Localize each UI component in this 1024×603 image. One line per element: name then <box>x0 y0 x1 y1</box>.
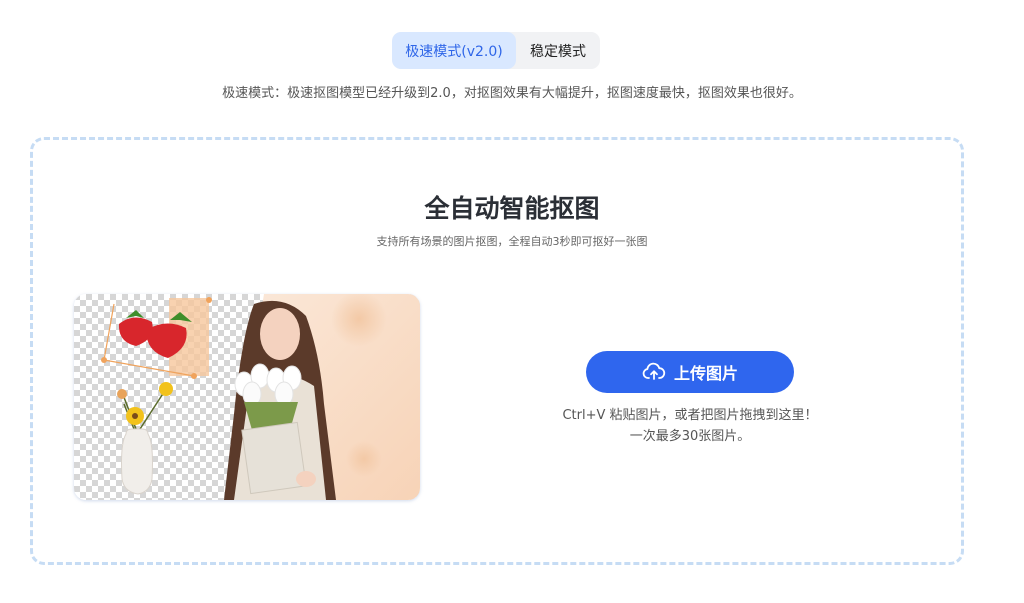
mode-tabs: 极速模式(v2.0) 稳定模式 <box>392 32 600 69</box>
upload-subtitle: 支持所有场景的图片抠图，全程自动3秒即可抠好一张图 <box>376 235 648 248</box>
upload-button-label: 上传图片 <box>673 364 738 383</box>
tab-stable-mode[interactable]: 稳定模式 <box>516 32 600 69</box>
upload-title: 全自动智能抠图 <box>424 194 600 223</box>
mode-description: 极速模式：极速抠图模型已经升级到2.0，对抠图效果有大幅提升，抠图速度最快，抠图… <box>222 86 802 101</box>
tab-fast-mode[interactable]: 极速模式(v2.0) <box>392 32 516 69</box>
cloud-upload-icon <box>642 362 666 380</box>
upload-button[interactable]: 上传图片 <box>586 351 794 393</box>
demo-image <box>74 294 420 500</box>
paste-drag-hint: Ctrl+V 粘贴图片，或者把图片拖拽到这里！ <box>562 408 818 423</box>
max-images-hint: 一次最多30张图片。 <box>629 429 751 444</box>
